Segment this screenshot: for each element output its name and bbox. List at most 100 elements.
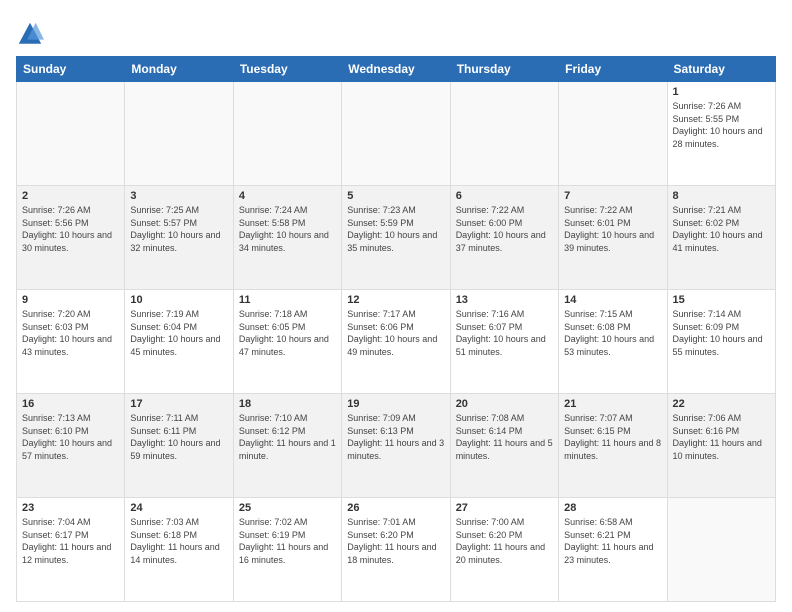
weekday-header-monday: Monday	[125, 57, 233, 82]
day-number: 28	[564, 502, 661, 514]
day-info: Sunrise: 7:14 AM Sunset: 6:09 PM Dayligh…	[673, 308, 770, 358]
weekday-header-row: SundayMondayTuesdayWednesdayThursdayFrid…	[17, 57, 776, 82]
day-info: Sunrise: 7:22 AM Sunset: 6:01 PM Dayligh…	[564, 204, 661, 254]
calendar-cell: 27 Sunrise: 7:00 AM Sunset: 6:20 PM Dayli…	[450, 498, 558, 602]
page: SundayMondayTuesdayWednesdayThursdayFrid…	[0, 0, 792, 612]
day-number: 3	[130, 190, 227, 202]
calendar-cell	[233, 82, 341, 186]
calendar-cell: 28 Sunrise: 6:58 AM Sunset: 6:21 PM Dayli…	[559, 498, 667, 602]
weekday-header-friday: Friday	[559, 57, 667, 82]
calendar-cell	[450, 82, 558, 186]
day-info: Sunrise: 6:58 AM Sunset: 6:21 PM Dayligh…	[564, 516, 661, 566]
week-row-4: 23Sunrise: 7:04 AM Sunset: 6:17 PM Dayli…	[17, 498, 776, 602]
day-number: 15	[673, 294, 770, 306]
calendar-cell: 18 Sunrise: 7:10 AM Sunset: 6:12 PM Dayli…	[233, 394, 341, 498]
calendar-cell: 26Sunrise: 7:01 AM Sunset: 6:20 PM Dayli…	[342, 498, 450, 602]
weekday-header-wednesday: Wednesday	[342, 57, 450, 82]
calendar-cell	[667, 498, 775, 602]
day-info: Sunrise: 7:26 AM Sunset: 5:56 PM Dayligh…	[22, 204, 119, 254]
day-number: 7	[564, 190, 661, 202]
week-row-2: 9 Sunrise: 7:20 AM Sunset: 6:03 PM Daylig…	[17, 290, 776, 394]
day-info: Sunrise: 7:22 AM Sunset: 6:00 PM Dayligh…	[456, 204, 553, 254]
calendar-cell: 10 Sunrise: 7:19 AM Sunset: 6:04 PM Dayli…	[125, 290, 233, 394]
day-number: 27	[456, 502, 553, 514]
day-number: 14	[564, 294, 661, 306]
day-number: 13	[456, 294, 553, 306]
day-info: Sunrise: 7:23 AM Sunset: 5:59 PM Dayligh…	[347, 204, 444, 254]
calendar-cell: 5 Sunrise: 7:23 AM Sunset: 5:59 PM Daylig…	[342, 186, 450, 290]
calendar-cell: 2 Sunrise: 7:26 AM Sunset: 5:56 PM Daylig…	[17, 186, 125, 290]
calendar-cell: 19 Sunrise: 7:09 AM Sunset: 6:13 PM Dayli…	[342, 394, 450, 498]
calendar-cell: 24Sunrise: 7:03 AM Sunset: 6:18 PM Dayli…	[125, 498, 233, 602]
logo-icon	[16, 20, 44, 48]
day-number: 17	[130, 398, 227, 410]
day-info: Sunrise: 7:26 AM Sunset: 5:55 PM Dayligh…	[673, 100, 770, 150]
calendar-cell: 12 Sunrise: 7:17 AM Sunset: 6:06 PM Dayli…	[342, 290, 450, 394]
calendar-cell: 22 Sunrise: 7:06 AM Sunset: 6:16 PM Dayli…	[667, 394, 775, 498]
calendar-cell	[17, 82, 125, 186]
day-info: Sunrise: 7:08 AM Sunset: 6:14 PM Dayligh…	[456, 412, 553, 462]
day-number: 21	[564, 398, 661, 410]
day-number: 12	[347, 294, 444, 306]
calendar-cell: 15 Sunrise: 7:14 AM Sunset: 6:09 PM Dayli…	[667, 290, 775, 394]
day-info: Sunrise: 7:09 AM Sunset: 6:13 PM Dayligh…	[347, 412, 444, 462]
day-number: 11	[239, 294, 336, 306]
day-number: 2	[22, 190, 119, 202]
day-info: Sunrise: 7:19 AM Sunset: 6:04 PM Dayligh…	[130, 308, 227, 358]
calendar-cell: 8Sunrise: 7:21 AM Sunset: 6:02 PM Daylig…	[667, 186, 775, 290]
weekday-header-tuesday: Tuesday	[233, 57, 341, 82]
day-info: Sunrise: 7:25 AM Sunset: 5:57 PM Dayligh…	[130, 204, 227, 254]
day-info: Sunrise: 7:10 AM Sunset: 6:12 PM Dayligh…	[239, 412, 336, 462]
day-info: Sunrise: 7:04 AM Sunset: 6:17 PM Dayligh…	[22, 516, 119, 566]
day-info: Sunrise: 7:07 AM Sunset: 6:15 PM Dayligh…	[564, 412, 661, 462]
day-info: Sunrise: 7:18 AM Sunset: 6:05 PM Dayligh…	[239, 308, 336, 358]
calendar-cell: 7 Sunrise: 7:22 AM Sunset: 6:01 PM Daylig…	[559, 186, 667, 290]
day-number: 4	[239, 190, 336, 202]
day-number: 5	[347, 190, 444, 202]
calendar-cell: 9 Sunrise: 7:20 AM Sunset: 6:03 PM Daylig…	[17, 290, 125, 394]
day-info: Sunrise: 7:15 AM Sunset: 6:08 PM Dayligh…	[564, 308, 661, 358]
day-info: Sunrise: 7:17 AM Sunset: 6:06 PM Dayligh…	[347, 308, 444, 358]
calendar-cell: 3 Sunrise: 7:25 AM Sunset: 5:57 PM Daylig…	[125, 186, 233, 290]
calendar-cell: 11 Sunrise: 7:18 AM Sunset: 6:05 PM Dayli…	[233, 290, 341, 394]
header	[16, 16, 776, 48]
day-number: 22	[673, 398, 770, 410]
day-number: 16	[22, 398, 119, 410]
day-info: Sunrise: 7:11 AM Sunset: 6:11 PM Dayligh…	[130, 412, 227, 462]
calendar-cell: 21 Sunrise: 7:07 AM Sunset: 6:15 PM Dayli…	[559, 394, 667, 498]
week-row-1: 2 Sunrise: 7:26 AM Sunset: 5:56 PM Daylig…	[17, 186, 776, 290]
day-info: Sunrise: 7:06 AM Sunset: 6:16 PM Dayligh…	[673, 412, 770, 462]
calendar-cell	[559, 82, 667, 186]
day-info: Sunrise: 7:24 AM Sunset: 5:58 PM Dayligh…	[239, 204, 336, 254]
day-number: 18	[239, 398, 336, 410]
day-info: Sunrise: 7:01 AM Sunset: 6:20 PM Dayligh…	[347, 516, 444, 566]
calendar-cell: 6 Sunrise: 7:22 AM Sunset: 6:00 PM Daylig…	[450, 186, 558, 290]
calendar-table: SundayMondayTuesdayWednesdayThursdayFrid…	[16, 56, 776, 602]
day-info: Sunrise: 7:16 AM Sunset: 6:07 PM Dayligh…	[456, 308, 553, 358]
day-info: Sunrise: 7:20 AM Sunset: 6:03 PM Dayligh…	[22, 308, 119, 358]
day-number: 8	[673, 190, 770, 202]
day-number: 19	[347, 398, 444, 410]
calendar-cell: 16Sunrise: 7:13 AM Sunset: 6:10 PM Dayli…	[17, 394, 125, 498]
calendar-cell: 17 Sunrise: 7:11 AM Sunset: 6:11 PM Dayli…	[125, 394, 233, 498]
day-info: Sunrise: 7:02 AM Sunset: 6:19 PM Dayligh…	[239, 516, 336, 566]
day-info: Sunrise: 7:03 AM Sunset: 6:18 PM Dayligh…	[130, 516, 227, 566]
logo	[16, 20, 48, 48]
day-number: 20	[456, 398, 553, 410]
calendar-cell: 4 Sunrise: 7:24 AM Sunset: 5:58 PM Daylig…	[233, 186, 341, 290]
day-number: 9	[22, 294, 119, 306]
day-number: 25	[239, 502, 336, 514]
day-number: 10	[130, 294, 227, 306]
weekday-header-thursday: Thursday	[450, 57, 558, 82]
calendar-cell: 1 Sunrise: 7:26 AM Sunset: 5:55 PM Daylig…	[667, 82, 775, 186]
calendar-cell: 25 Sunrise: 7:02 AM Sunset: 6:19 PM Dayli…	[233, 498, 341, 602]
week-row-3: 16Sunrise: 7:13 AM Sunset: 6:10 PM Dayli…	[17, 394, 776, 498]
day-info: Sunrise: 7:00 AM Sunset: 6:20 PM Dayligh…	[456, 516, 553, 566]
day-number: 6	[456, 190, 553, 202]
week-row-0: 1 Sunrise: 7:26 AM Sunset: 5:55 PM Daylig…	[17, 82, 776, 186]
calendar-cell: 23Sunrise: 7:04 AM Sunset: 6:17 PM Dayli…	[17, 498, 125, 602]
day-number: 1	[673, 86, 770, 98]
weekday-header-sunday: Sunday	[17, 57, 125, 82]
calendar-cell: 20 Sunrise: 7:08 AM Sunset: 6:14 PM Dayli…	[450, 394, 558, 498]
calendar-cell: 13 Sunrise: 7:16 AM Sunset: 6:07 PM Dayli…	[450, 290, 558, 394]
